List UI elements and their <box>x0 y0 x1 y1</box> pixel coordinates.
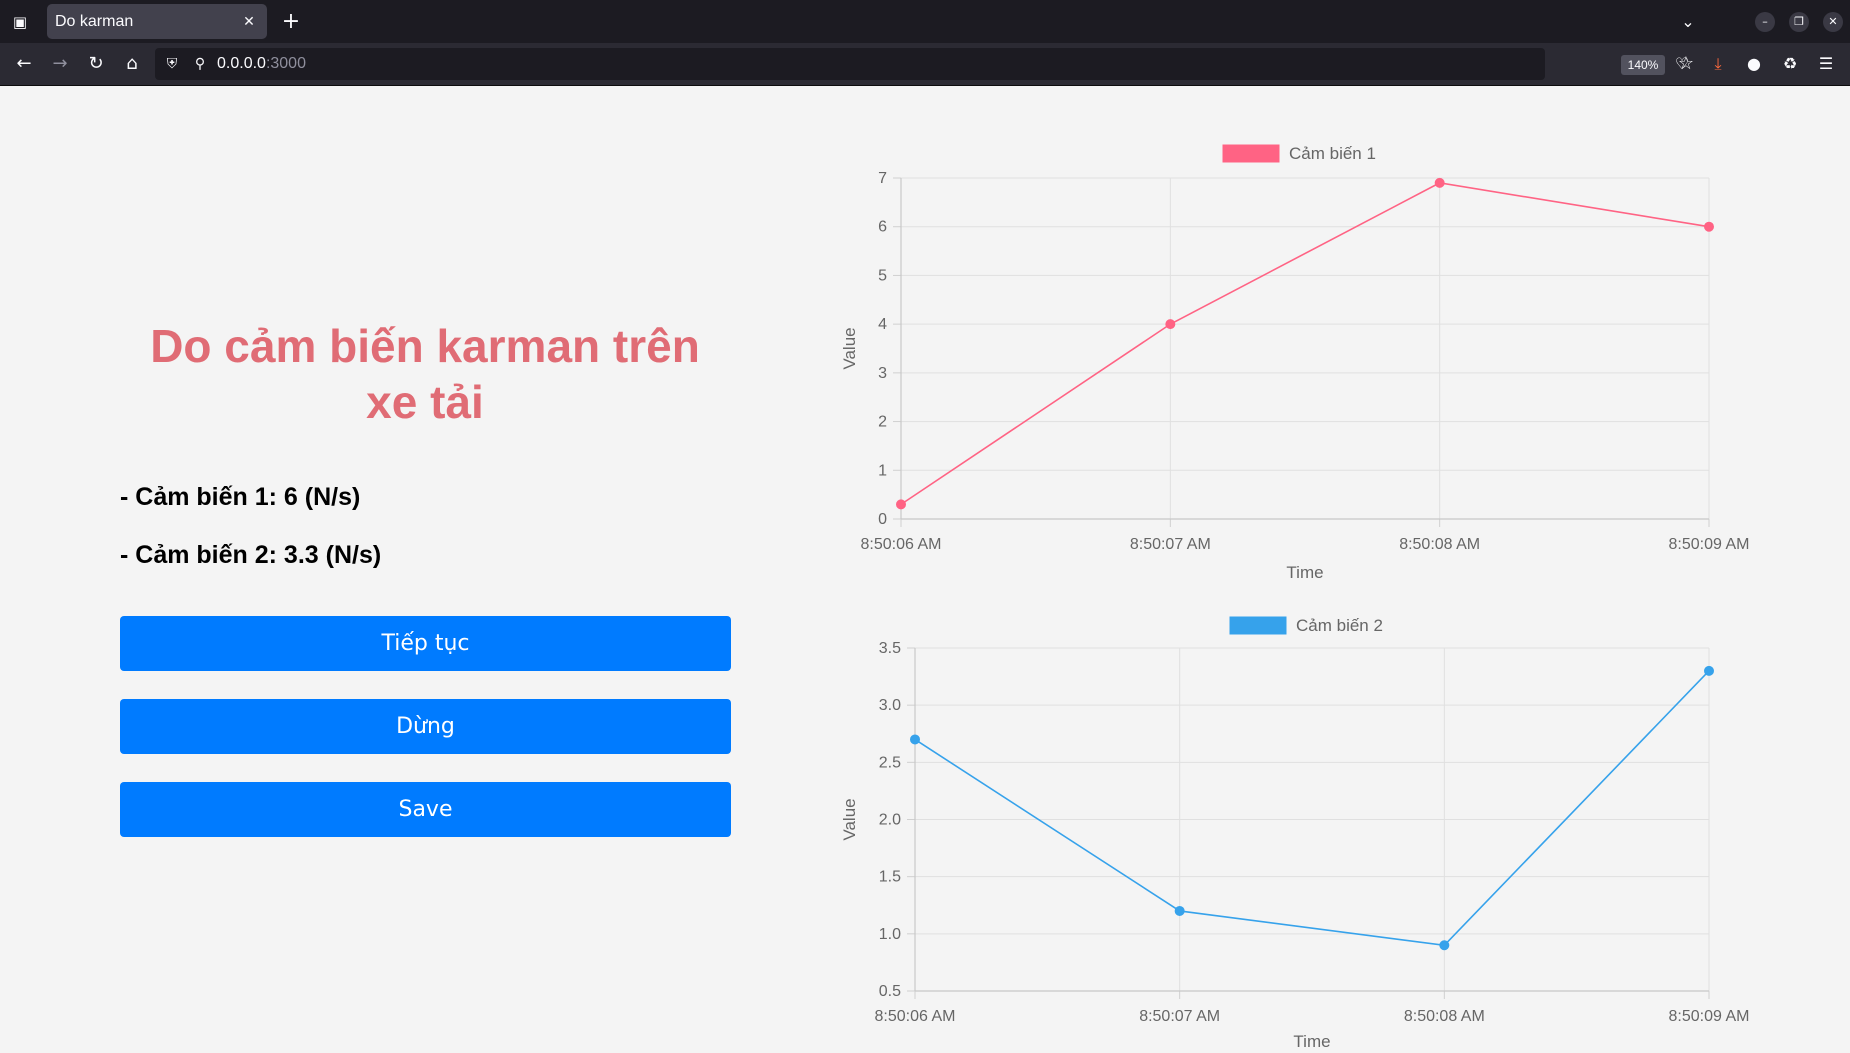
chart1-y-tick-label: 7 <box>878 170 887 187</box>
chart1-y-tick-label: 4 <box>878 316 887 333</box>
close-window-icon[interactable]: ✕ <box>1823 12 1843 32</box>
chart1-data-point <box>1704 221 1714 232</box>
chart1-legend-label: Cảm biến 1 <box>1289 144 1376 163</box>
url-port: :3000 <box>265 55 306 72</box>
chart1-x-tick-label: 8:50:08 AM <box>1399 536 1480 553</box>
restore-icon[interactable]: ❐ <box>1789 12 1809 32</box>
extensions-puzzle-icon[interactable]: ♻ <box>1776 50 1804 78</box>
browser-nav-bar: ← → ↻ ⌂ ⛨ ⚲ 0.0.0.0:3000 140% ☆ ♡ ⤓ ● ♻ … <box>0 43 1850 86</box>
chart2-y-tick-label: 0.5 <box>879 983 901 1000</box>
chart1-y-tick-label: 6 <box>878 219 887 236</box>
url-host: 0.0.0.0 <box>217 55 266 72</box>
minimize-icon[interactable]: – <box>1755 12 1775 32</box>
chart2-y-tick-label: 3.0 <box>879 697 901 714</box>
tab-list-icon[interactable]: ▣ <box>8 10 32 34</box>
sensor1-chart-svg: 0 1 2 3 4 5 6 7 8:50:06 AM 8:50:07 AM 8:50:08 AM 8:… <box>840 144 1750 1051</box>
chart2-y-tick-label: 1.0 <box>879 926 901 943</box>
chart1-data-point <box>896 499 906 510</box>
chart2-y-tick-label: 3.5 <box>879 640 901 657</box>
chart2-data-point <box>910 734 920 745</box>
chart1-y-tick-label: 2 <box>878 414 887 431</box>
chart2-data-point <box>1439 940 1450 951</box>
reload-icon[interactable]: ↻ <box>82 50 110 78</box>
chart1-x-tick-label: 8:50:09 AM <box>1669 536 1750 553</box>
chart2-y-tick-label: 1.5 <box>879 869 901 886</box>
chart2-data-point <box>1174 905 1185 916</box>
browser-tab-bar: ▣ Do karman ✕ + ⌄ – ❐ ✕ <box>0 0 1850 43</box>
tab-title: Do karman <box>55 13 134 30</box>
chart2-series-line <box>914 670 1710 947</box>
chart2-x-tick-label: 8:50:09 AM <box>1669 1008 1750 1025</box>
chart1-x-tick-label: 8:50:07 AM <box>1130 536 1211 553</box>
chart2-y-axis-title: Value <box>840 798 859 840</box>
forward-icon[interactable]: → <box>46 50 74 78</box>
chart1-data-point <box>1434 177 1445 188</box>
home-icon[interactable]: ⌂ <box>118 50 146 78</box>
shield-icon[interactable]: ⛨ <box>161 52 183 76</box>
sensor1-chart: 0 1 2 3 4 5 6 7 8:50:06 AM 8:50:07 AM 8:50:08 AM 8:… <box>0 86 1850 1053</box>
chart2-legend-label: Cảm biến 2 <box>1296 616 1383 635</box>
back-icon[interactable]: ← <box>10 50 38 78</box>
menu-icon[interactable]: ☰ <box>1812 50 1840 78</box>
chart2-x-axis-title: Time <box>1293 1032 1330 1051</box>
chart2-x-tick-label: 8:50:06 AM <box>875 1008 956 1025</box>
chart1-y-tick-label: 0 <box>878 511 887 528</box>
close-tab-icon[interactable]: ✕ <box>239 12 259 32</box>
zoom-level-badge[interactable]: 140% <box>1621 55 1665 75</box>
new-tab-icon[interactable]: + <box>278 9 304 35</box>
download-icon[interactable]: ⤓ <box>1704 50 1732 78</box>
chart2-y-tick-label: 2.5 <box>879 754 901 771</box>
chart1-y-tick-label: 3 <box>878 365 887 382</box>
pocket-icon[interactable]: ♡ <box>1668 50 1696 78</box>
chart1-y-axis-title: Value <box>840 327 859 369</box>
chart2-x-tick-label: 8:50:07 AM <box>1139 1008 1220 1025</box>
chevron-down-icon[interactable]: ⌄ <box>1675 9 1701 35</box>
chart1-legend-swatch <box>1222 144 1280 163</box>
page-content: Do cảm biến karman trên xe tải - Cảm biế… <box>0 86 1850 1053</box>
address-bar[interactable]: ⛨ ⚲ 0.0.0.0:3000 140% ☆ <box>155 48 1694 80</box>
chart1-y-tick-label: 5 <box>878 267 887 284</box>
chart1-data-point <box>1165 319 1176 330</box>
chart2-legend-swatch <box>1229 616 1287 635</box>
chart1-y-tick-label: 1 <box>878 462 887 479</box>
chart2-x-tick-label: 8:50:08 AM <box>1404 1008 1485 1025</box>
browser-tab[interactable]: Do karman ✕ <box>47 4 267 39</box>
lock-icon[interactable]: ⚲ <box>189 52 211 76</box>
chart1-x-tick-label: 8:50:06 AM <box>861 536 942 553</box>
extension-avatar-icon[interactable]: ● <box>1740 50 1768 78</box>
chart1-x-axis-title: Time <box>1286 563 1323 582</box>
url-text[interactable]: 0.0.0.0:3000 <box>217 48 306 80</box>
chart2-y-tick-label: 2.0 <box>879 812 901 829</box>
chart2-data-point <box>1704 665 1714 676</box>
chart1-series-line <box>900 182 1710 506</box>
